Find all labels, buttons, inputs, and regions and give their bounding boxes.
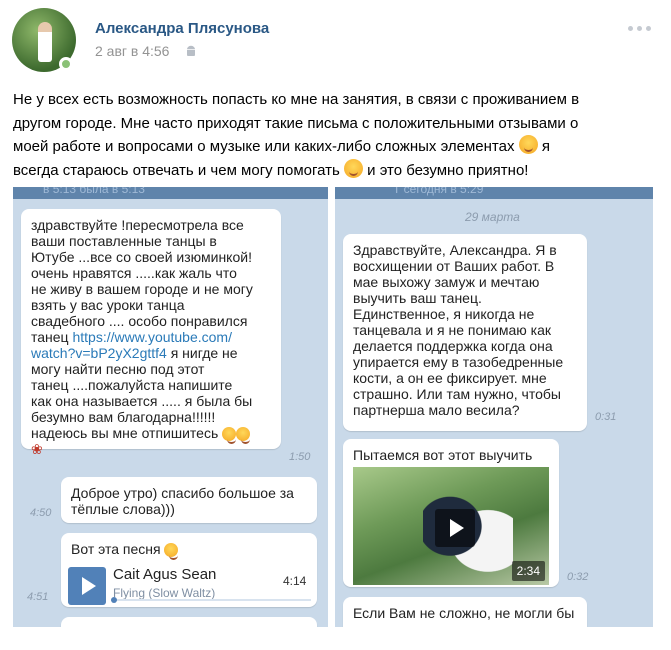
post-text-line: другом городе. Мне часто приходят такие … [13,114,579,132]
smile-emoji-icon [518,135,538,154]
outgoing-message: Доброе утро) спасибо большое за тёплые с… [61,477,317,523]
audio-duration: 4:14 [283,574,307,588]
incoming-message: Здравствуйте, Александра. Я в восхищении… [343,234,587,431]
incoming-message-partial: Если Вам не сложно, не могли бы [343,597,587,627]
chat-header-partial: в 5:13 была в 5:13 [13,187,328,199]
online-indicator [59,57,73,71]
audio-progress[interactable] [111,597,311,603]
android-icon [187,45,195,56]
message-time: 4:51 [27,591,49,603]
message-time: 4:50 [30,507,52,519]
outgoing-message-partial [61,617,317,627]
audio-artist: Cait Agus Sean [113,566,217,583]
more-options-icon[interactable] [628,26,651,31]
incoming-video-message: Пытаемся вот этот выучить 2:34 [343,439,559,587]
smile-emoji-icon [222,427,237,444]
post-text: Не у всех есть возможность попасть ко мн… [13,88,653,182]
video-duration: 2:34 [511,561,545,581]
date-separator: 29 марта [465,210,520,224]
message-time: 0:32 [567,571,589,583]
chat-screenshot-1[interactable]: в 5:13 была в 5:13 здравствуйте !пересмо… [13,187,328,627]
smile-emoji-icon [164,543,179,560]
smile-emoji-icon [236,427,251,444]
incoming-message: здравствуйте !пересмотрела все ваши пост… [21,209,281,457]
post-text-line: моей работе и вопросами о музыке или как… [13,135,653,159]
post-time[interactable]: 2 авг в 4:56 [95,43,169,59]
post-text-line: всегда стараюсь отвечать и чем могу помо… [13,158,653,183]
wink-emoji-icon [343,158,363,178]
outgoing-audio-message: Вот эта песня Cait Agus Sean Flying (Slo… [61,533,317,607]
chat-header-partial: Т сегодня в 5:29 [335,187,653,199]
video-thumbnail[interactable]: 2:34 [353,467,549,585]
message-time: 1:50 [289,451,311,463]
youtube-link-cont[interactable]: watch?v=bP2yX2gttf4 [31,345,167,361]
avatar-figure [38,22,52,62]
message-time: 0:31 [595,411,617,423]
video-play-icon[interactable] [435,509,475,547]
rose-icon: ❀ [31,441,43,457]
author-name[interactable]: Александра Плясунова [95,20,269,37]
youtube-link[interactable]: https://www.youtube.com/ [72,329,232,345]
audio-play-button[interactable] [68,567,106,605]
post-text-line: Не у всех есть возможность попасть ко мн… [13,91,580,108]
chat-screenshot-2[interactable]: Т сегодня в 5:29 29 марта Здравствуйте, … [335,187,653,627]
